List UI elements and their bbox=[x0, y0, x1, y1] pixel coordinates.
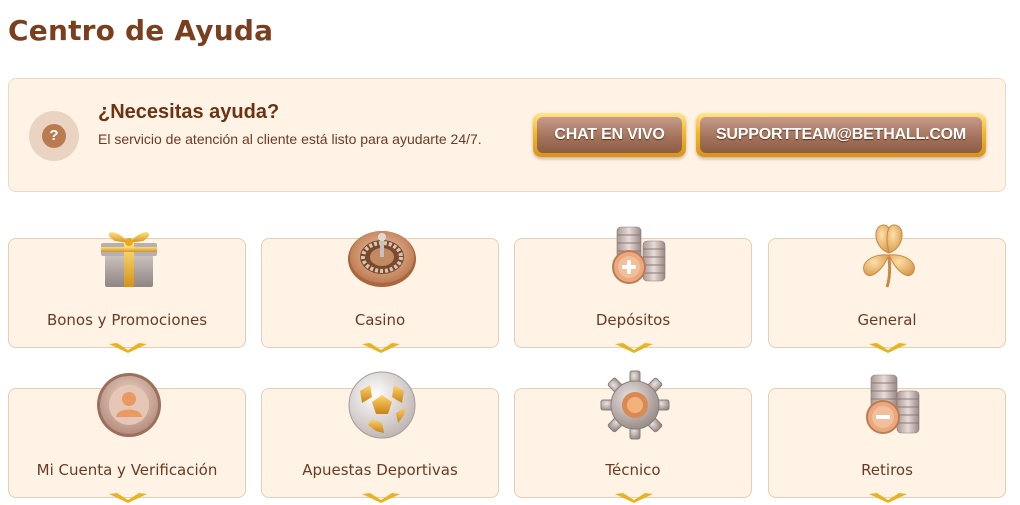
category-label: Mi Cuenta y Verificación bbox=[36, 461, 218, 479]
clover-icon bbox=[863, 224, 915, 288]
chevron-down-icon bbox=[362, 343, 400, 353]
gear-icon bbox=[600, 370, 670, 440]
support-email-button[interactable]: SUPPORTTEAM@BETHALL.COM bbox=[696, 113, 986, 157]
soccer-ball-icon bbox=[348, 371, 416, 439]
question-icon: ? bbox=[42, 124, 66, 148]
chevron-down-icon bbox=[109, 493, 147, 503]
category-label: Casino bbox=[354, 311, 406, 329]
chevron-down-icon bbox=[615, 493, 653, 503]
help-description: El servicio de atención al cliente está … bbox=[98, 131, 482, 147]
category-label: Depósitos bbox=[595, 311, 671, 329]
category-card-general[interactable]: General bbox=[768, 224, 1006, 353]
user-icon bbox=[97, 373, 161, 437]
category-card-tecnico[interactable]: Técnico bbox=[514, 370, 752, 503]
live-chat-button-label: CHAT EN VIVO bbox=[537, 117, 682, 153]
support-email-button-label: SUPPORTTEAM@BETHALL.COM bbox=[700, 117, 982, 153]
category-label: Apuestas Deportivas bbox=[302, 461, 458, 479]
category-card-retiros[interactable]: Retiros bbox=[768, 374, 1006, 503]
coins-minus-icon bbox=[866, 374, 920, 434]
page-title: Centro de Ayuda bbox=[8, 14, 274, 47]
chevron-down-icon bbox=[869, 493, 907, 503]
help-heading: ¿Necesitas ayuda? bbox=[98, 101, 280, 123]
help-icon-badge: ? bbox=[29, 111, 79, 161]
chevron-down-icon bbox=[869, 343, 907, 353]
category-card-bonos[interactable]: Bonos y Promociones bbox=[8, 232, 246, 353]
category-card-mi-cuenta[interactable]: Mi Cuenta y Verificación bbox=[8, 373, 246, 503]
live-chat-button[interactable]: CHAT EN VIVO bbox=[533, 113, 686, 157]
category-label: Retiros bbox=[861, 461, 913, 479]
category-label: General bbox=[857, 311, 917, 329]
category-card-casino[interactable]: Casino bbox=[261, 231, 499, 353]
coins-plus-icon bbox=[612, 226, 666, 284]
chevron-down-icon bbox=[362, 493, 400, 503]
category-label: Bonos y Promociones bbox=[46, 311, 208, 329]
category-card-depositos[interactable]: Depósitos bbox=[514, 226, 752, 353]
category-label: Técnico bbox=[605, 461, 661, 479]
chevron-down-icon bbox=[615, 343, 653, 353]
roulette-icon bbox=[348, 231, 416, 287]
gift-icon bbox=[101, 232, 157, 287]
category-card-apuestas-deportivas[interactable]: Apuestas Deportivas bbox=[261, 371, 499, 503]
chevron-down-icon bbox=[109, 343, 147, 353]
